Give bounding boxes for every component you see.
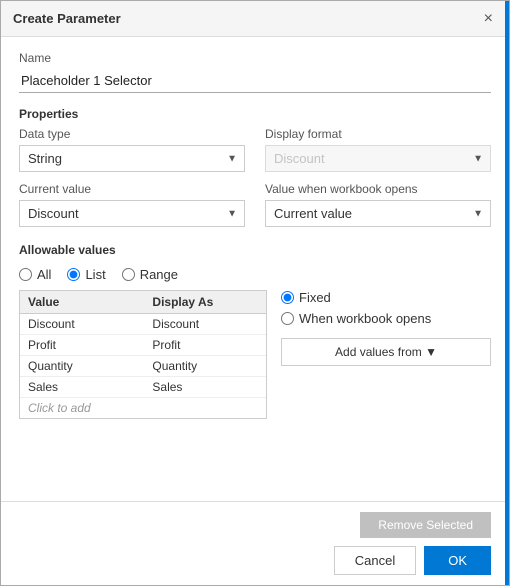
data-type-display-format-row: Data type String Integer Float ▼ Display… (19, 127, 491, 172)
action-row: Cancel OK (19, 546, 491, 575)
table-row[interactable]: Profit Profit (20, 335, 266, 356)
values-content-area: Value Display As Discount Discount Profi… (19, 290, 491, 419)
click-to-add-row[interactable]: Click to add (20, 398, 266, 419)
remove-selected-button[interactable]: Remove Selected (360, 512, 491, 538)
values-table: Value Display As Discount Discount Profi… (19, 290, 267, 419)
value-cell: Sales (20, 377, 144, 398)
display-format-select-wrap: Discount ▼ (265, 145, 491, 172)
value-cell: Profit (20, 335, 144, 356)
display-cell: Sales (144, 377, 266, 398)
fixed-radio-group: Fixed When workbook opens (281, 290, 491, 326)
when-opens-label: Value when workbook opens (265, 182, 491, 196)
name-input[interactable] (19, 69, 491, 93)
current-value-when-opens-row: Current value Discount Profit Quantity S… (19, 182, 491, 227)
table-row[interactable]: Sales Sales (20, 377, 266, 398)
table-row[interactable]: Discount Discount (20, 314, 266, 335)
current-value-select-wrap: Discount Profit Quantity Sales ▼ (19, 200, 245, 227)
dialog-title: Create Parameter (13, 11, 121, 26)
when-opens-select[interactable]: Current value Prompt user (265, 200, 491, 227)
radio-all-label: All (37, 267, 51, 282)
add-values-button[interactable]: Add values from ▼ (281, 338, 491, 366)
col-display-header: Display As (144, 291, 266, 314)
value-cell: Discount (20, 314, 144, 335)
radio-when-workbook-opens-label: When workbook opens (299, 311, 431, 326)
remove-row: Remove Selected (19, 512, 491, 538)
value-cell: Quantity (20, 356, 144, 377)
radio-list-label: List (85, 267, 105, 282)
cancel-button[interactable]: Cancel (334, 546, 416, 575)
current-value-label: Current value (19, 182, 245, 196)
data-type-select[interactable]: String Integer Float (19, 145, 245, 172)
col-value-header: Value (20, 291, 144, 314)
data-type-col: Data type String Integer Float ▼ (19, 127, 245, 172)
current-value-select[interactable]: Discount Profit Quantity Sales (19, 200, 245, 227)
name-label: Name (19, 51, 491, 65)
display-format-label: Display format (265, 127, 491, 141)
radio-range-label: Range (140, 267, 178, 282)
dialog-titlebar: Create Parameter × (1, 1, 509, 37)
radio-list[interactable]: List (67, 267, 105, 282)
display-format-select[interactable]: Discount (265, 145, 491, 172)
table-row[interactable]: Quantity Quantity (20, 356, 266, 377)
right-panel: Fixed When workbook opens Add values fro… (281, 290, 491, 419)
allowable-radio-group: All List Range (19, 267, 491, 282)
click-to-add-label[interactable]: Click to add (20, 398, 144, 419)
allowable-values-label: Allowable values (19, 243, 491, 257)
close-button[interactable]: × (480, 9, 497, 29)
data-type-label: Data type (19, 127, 245, 141)
when-opens-col: Value when workbook opens Current value … (265, 182, 491, 227)
create-parameter-dialog: Create Parameter × Name Properties Data … (0, 0, 510, 586)
current-value-col: Current value Discount Profit Quantity S… (19, 182, 245, 227)
radio-fixed-label: Fixed (299, 290, 331, 305)
radio-fixed[interactable]: Fixed (281, 290, 491, 305)
blue-accent-bar (505, 1, 509, 585)
properties-section-title: Properties (19, 107, 491, 121)
radio-all[interactable]: All (19, 267, 51, 282)
when-opens-select-wrap: Current value Prompt user ▼ (265, 200, 491, 227)
display-cell: Quantity (144, 356, 266, 377)
display-cell: Profit (144, 335, 266, 356)
radio-range[interactable]: Range (122, 267, 178, 282)
display-format-col: Display format Discount ▼ (265, 127, 491, 172)
ok-button[interactable]: OK (424, 546, 491, 575)
data-type-select-wrap: String Integer Float ▼ (19, 145, 245, 172)
dialog-body: Name Properties Data type String Integer… (1, 37, 509, 501)
display-cell: Discount (144, 314, 266, 335)
add-values-label: Add values from ▼ (335, 345, 437, 359)
dialog-footer: Remove Selected Cancel OK (1, 501, 509, 585)
radio-when-workbook-opens[interactable]: When workbook opens (281, 311, 491, 326)
